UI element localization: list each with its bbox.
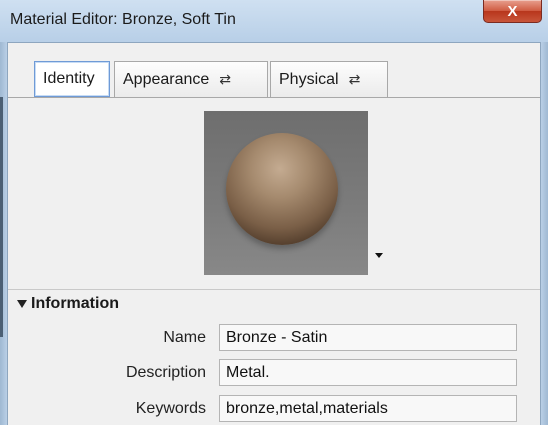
description-label: Description <box>125 364 206 381</box>
material-editor-window: Material Editor: Bronze, Soft Tin X Iden… <box>0 0 548 425</box>
keywords-label: Keywords <box>135 400 206 417</box>
tab-divider <box>8 97 540 98</box>
tab-identity[interactable]: Identity <box>34 61 110 97</box>
window-title: Material Editor: Bronze, Soft Tin <box>10 11 236 28</box>
name-label: Name <box>163 329 206 346</box>
tab-physical[interactable]: Physical ⇄ <box>270 61 388 97</box>
swap-icon: ⇄ <box>219 71 232 87</box>
close-button[interactable]: X <box>483 0 542 23</box>
window-frame-left <box>0 42 7 425</box>
description-field[interactable]: Metal. <box>219 359 517 386</box>
tab-physical-label: Physical <box>279 70 339 88</box>
tab-identity-label: Identity <box>43 70 95 87</box>
section-divider <box>8 289 540 290</box>
information-header-label: Information <box>31 295 119 312</box>
tab-appearance[interactable]: Appearance ⇄ <box>114 61 268 97</box>
tab-appearance-label: Appearance <box>123 70 210 88</box>
keywords-field[interactable]: bronze,metal,materials <box>219 395 517 422</box>
triangle-down-icon <box>17 300 27 308</box>
tab-bar: Identity Appearance ⇄ Physical ⇄ <box>8 53 540 97</box>
information-section-header[interactable]: Information <box>17 295 119 313</box>
close-icon: X <box>507 2 518 20</box>
material-preview[interactable] <box>204 111 368 275</box>
swap-icon: ⇄ <box>348 71 361 87</box>
window-frame-right <box>541 42 548 425</box>
chevron-down-icon[interactable] <box>375 253 383 258</box>
material-sphere-swatch <box>226 133 338 245</box>
keywords-row: Keywords bronze,metal,materials <box>8 395 540 423</box>
name-field[interactable]: Bronze - Satin <box>219 324 517 351</box>
editor-content: Identity Appearance ⇄ Physical ⇄ Informa… <box>7 42 541 425</box>
description-row: Description Metal. <box>8 359 540 387</box>
name-row: Name Bronze - Satin <box>8 324 540 352</box>
title-bar[interactable]: Material Editor: Bronze, Soft Tin X <box>0 0 548 42</box>
